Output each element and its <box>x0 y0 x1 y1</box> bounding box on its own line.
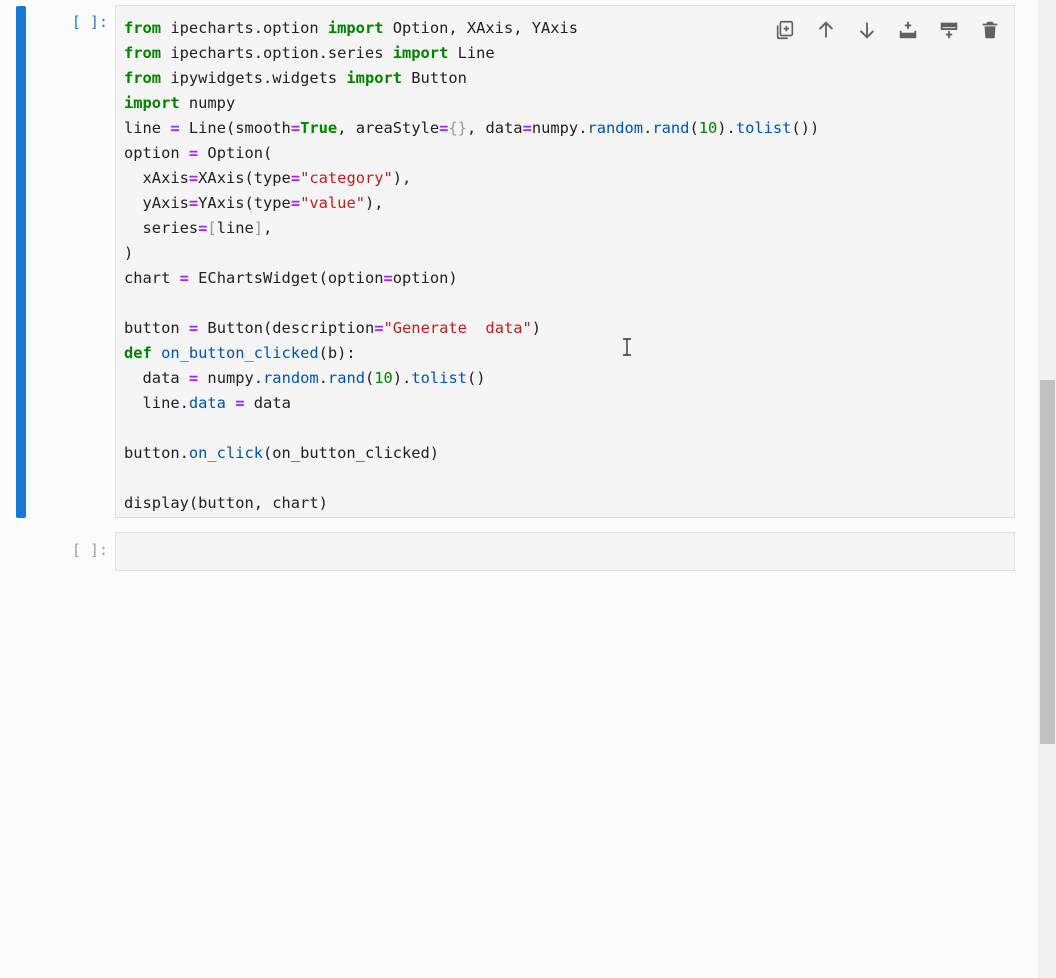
insert-below-icon <box>940 22 958 39</box>
move-up-button[interactable] <box>812 16 840 44</box>
code-line: def on_button_clicked(b): <box>124 344 356 362</box>
notebook-panel: [ ]: from ipecharts.option import Option… <box>0 0 1038 978</box>
insert-below-button[interactable] <box>935 16 963 44</box>
duplicate-cell-button[interactable] <box>771 16 799 44</box>
delete-cell-button[interactable] <box>976 16 1004 44</box>
code-line: button = Button(description="Generate da… <box>124 319 542 337</box>
code-line: from ipywidgets.widgets import Button <box>124 69 467 87</box>
scrollbar-thumb[interactable] <box>1040 380 1055 744</box>
code-line: yAxis=YAxis(type="value"), <box>124 194 384 212</box>
code-line: chart = EChartsWidget(option=option) <box>124 269 458 287</box>
code-line: line = Line(smooth=True, areaStyle={}, d… <box>124 119 820 137</box>
cell-1-editor[interactable]: from ipecharts.option import Option, XAx… <box>115 5 1015 518</box>
text-cursor-icon <box>623 338 631 356</box>
delete-icon <box>982 21 998 39</box>
cell-toolbar <box>771 16 1004 44</box>
code-line: import numpy <box>124 94 236 112</box>
vertical-scrollbar[interactable] <box>1038 0 1056 978</box>
move-up-icon <box>818 21 834 38</box>
active-cell-indicator[interactable] <box>16 6 26 518</box>
code-line: button.on_click(on_button_clicked) <box>124 444 440 462</box>
cell-2-editor[interactable] <box>115 532 1015 571</box>
code-line: series=[line], <box>124 219 273 237</box>
move-down-button[interactable] <box>853 16 881 44</box>
code-line: option = Option( <box>124 144 273 162</box>
cell-1-prompt: [ ]: <box>71 13 108 31</box>
move-down-icon <box>859 22 875 39</box>
code-line: line.data = data <box>124 394 291 412</box>
code-line: data = numpy.random.rand(10).tolist() <box>124 369 486 387</box>
insert-above-button[interactable] <box>894 16 922 44</box>
cell-2-prompt: [ ]: <box>71 541 108 559</box>
insert-above-icon <box>899 21 917 39</box>
code-line: xAxis=XAxis(type="category"), <box>124 169 412 187</box>
code-line: from ipecharts.option.series import Line <box>124 44 495 62</box>
code-line: display(button, chart) <box>124 494 328 512</box>
code-line: ) <box>124 244 134 262</box>
duplicate-icon <box>776 20 794 40</box>
cell-1-code[interactable]: from ipecharts.option import Option, XAx… <box>116 6 1014 516</box>
